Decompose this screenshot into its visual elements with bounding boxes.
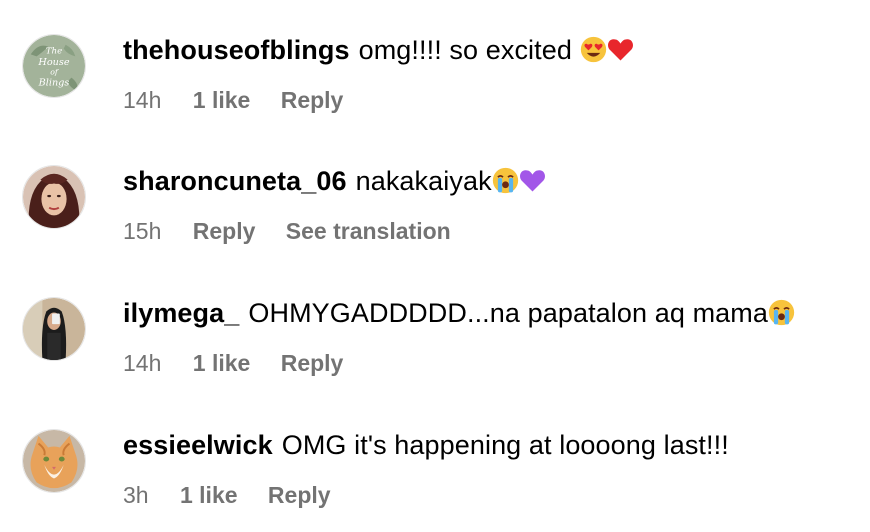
avatar[interactable]: [22, 165, 86, 229]
avatar[interactable]: [22, 297, 86, 361]
see-translation-button[interactable]: See translation: [286, 218, 451, 244]
comment-meta: 15h Reply See translation: [123, 215, 475, 247]
username[interactable]: sharoncuneta_06: [123, 166, 347, 196]
comment-text: OMG it's happening at loooong last!!!: [281, 430, 729, 460]
timestamp[interactable]: 15h: [123, 218, 161, 244]
avatar-image: [23, 430, 85, 492]
heart-eyes-face-icon: [580, 36, 607, 63]
timestamp[interactable]: 14h: [123, 87, 161, 113]
reply-button[interactable]: Reply: [281, 350, 344, 376]
avatar[interactable]: [22, 429, 86, 493]
like-count[interactable]: 1 like: [180, 482, 238, 508]
comment-item: The House of Blings thehouseofblings omg!…: [0, 0, 870, 120]
comment-text: OHMYGADDDDD...na papatalon aq mama: [248, 298, 768, 328]
avatar-image: [23, 166, 85, 228]
comment-body: sharoncuneta_06 nakakaiyak: [123, 162, 546, 200]
like-count[interactable]: 1 like: [193, 87, 251, 113]
avatar-text-2: House: [37, 57, 69, 68]
timestamp[interactable]: 14h: [123, 350, 161, 376]
avatar-text-1: The: [46, 46, 63, 56]
avatar[interactable]: The House of Blings: [22, 34, 86, 98]
username[interactable]: thehouseofblings: [123, 35, 350, 65]
comment-item: sharoncuneta_06 nakakaiyak 15h Reply See …: [0, 131, 870, 251]
comment-list: The House of Blings thehouseofblings omg!…: [0, 0, 870, 532]
comment-body: thehouseofblings omg!!!! so excited: [123, 31, 634, 69]
comment-body: essieelwick OMG it's happening at loooong…: [123, 426, 729, 464]
comment-meta: 3h 1 like Reply: [123, 479, 355, 511]
loudly-crying-face-icon: [492, 167, 519, 194]
avatar-text-4: Blings: [38, 77, 70, 88]
red-heart-icon: [607, 36, 634, 63]
purple-heart-icon: [519, 167, 546, 194]
comment-item: ilymega_ OHMYGADDDDD...na papatalon aq ma…: [0, 263, 870, 383]
like-count[interactable]: 1 like: [193, 350, 251, 376]
avatar-image: [23, 298, 85, 360]
comment-text: nakakaiyak: [355, 166, 492, 196]
comment-meta: 14h 1 like Reply: [123, 84, 367, 116]
reply-button[interactable]: Reply: [268, 482, 331, 508]
comment-body: ilymega_ OHMYGADDDDD...na papatalon aq ma…: [123, 294, 795, 332]
avatar-image: The House of Blings: [23, 35, 85, 97]
comment-text: omg!!!! so excited: [358, 35, 580, 65]
comment-item: essieelwick OMG it's happening at loooong…: [0, 395, 870, 515]
reply-button[interactable]: Reply: [281, 87, 344, 113]
timestamp[interactable]: 3h: [123, 482, 149, 508]
loudly-crying-face-icon: [768, 299, 795, 326]
username[interactable]: essieelwick: [123, 430, 273, 460]
reply-button[interactable]: Reply: [193, 218, 256, 244]
comment-meta: 14h 1 like Reply: [123, 347, 367, 379]
username[interactable]: ilymega_: [123, 298, 239, 328]
